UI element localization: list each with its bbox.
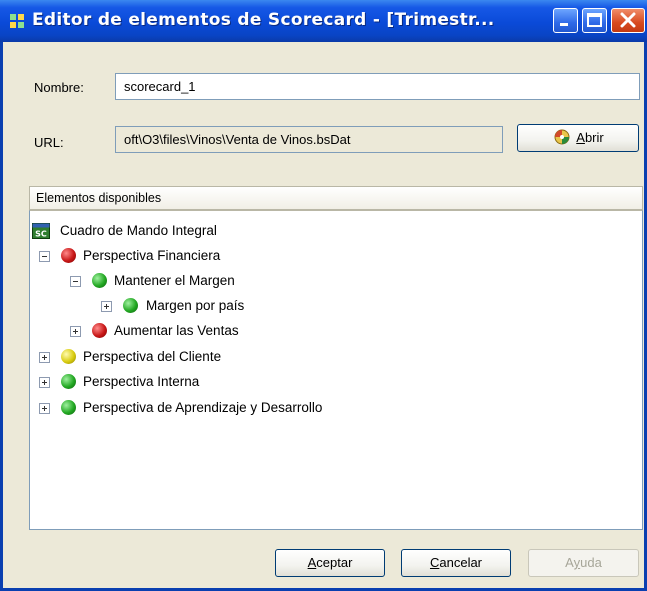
tree-item-aumentar-las-ventas[interactable]: Aumentar las Ventas — [30, 322, 430, 342]
open-button-rest: brir — [584, 130, 604, 145]
tree-item-perspectiva-aprendizaje[interactable]: Perspectiva de Aprendizaje y Desarrollo — [30, 399, 530, 419]
tree-item-mantener-el-margen[interactable]: Mantener el Margen — [30, 272, 430, 292]
open-button[interactable]: Abrir — [517, 124, 639, 152]
open-globe-icon — [554, 129, 570, 145]
cancel-button[interactable]: Cancelar — [401, 549, 511, 577]
scorecard-icon-text: SC — [35, 230, 47, 239]
expand-icon[interactable] — [39, 377, 50, 388]
status-green-icon — [61, 374, 76, 389]
tree-item-margen-por-pais[interactable]: Margen por país — [30, 297, 430, 317]
name-label: Nombre: — [34, 80, 84, 95]
tree-item-label: Mantener el Margen — [114, 273, 235, 288]
scorecard-editor-window: Editor de elementos de Scorecard - [Trim… — [0, 0, 647, 591]
status-green-icon — [123, 298, 138, 313]
tree-item-perspectiva-del-cliente[interactable]: Perspectiva del Cliente — [30, 348, 430, 368]
minimize-icon — [560, 23, 568, 26]
status-green-icon — [92, 273, 107, 288]
status-red-icon — [61, 248, 76, 263]
maximize-button[interactable] — [582, 8, 607, 33]
tree-item-label: Perspectiva Financiera — [83, 248, 221, 263]
minimize-button[interactable] — [553, 8, 578, 33]
expand-icon[interactable] — [39, 403, 50, 414]
tree-item-label: Perspectiva del Cliente — [83, 349, 222, 364]
collapse-icon[interactable] — [70, 276, 81, 287]
status-red-icon — [92, 323, 107, 338]
tree-item-label: Perspectiva Interna — [83, 374, 200, 389]
help-button[interactable]: Ayuda — [528, 549, 639, 577]
tree-item-label: Perspectiva de Aprendizaje y Desarrollo — [83, 400, 323, 415]
window-title: Editor de elementos de Scorecard - [Trim… — [32, 10, 495, 30]
status-green-icon — [61, 400, 76, 415]
open-button-mnemonic: A — [576, 130, 585, 145]
tree-item-label: Margen por país — [146, 298, 245, 313]
accept-rest: ceptar — [316, 555, 353, 570]
accept-button[interactable]: Aceptar — [275, 549, 385, 577]
maximize-icon — [587, 13, 602, 27]
tree-item-label: Aumentar las Ventas — [114, 323, 239, 338]
tree-root-label: Cuadro de Mando Integral — [60, 223, 217, 238]
url-field[interactable]: oft\O3\files\Vinos\Venta de Vinos.bsDat — [115, 126, 503, 153]
expand-icon[interactable] — [39, 352, 50, 363]
elements-tree[interactable]: SC Cuadro de Mando Integral Perspectiva … — [29, 210, 643, 530]
accept-mnemonic: A — [307, 555, 317, 570]
app-icon — [10, 14, 24, 28]
status-yellow-icon — [61, 349, 76, 364]
name-input[interactable]: scorecard_1 — [115, 73, 640, 100]
expand-icon[interactable] — [101, 301, 112, 312]
title-bar[interactable]: Editor de elementos de Scorecard - [Trim… — [0, 0, 647, 42]
tree-item-perspectiva-financiera[interactable]: Perspectiva Financiera — [30, 247, 430, 267]
help-prefix: A — [565, 555, 574, 570]
available-elements-header: Elementos disponibles — [29, 186, 643, 210]
help-rest: uda — [580, 555, 602, 570]
collapse-icon[interactable] — [39, 251, 50, 262]
cancel-mnemonic: C — [429, 555, 440, 570]
close-button[interactable] — [611, 8, 645, 33]
scorecard-icon: SC — [32, 223, 50, 239]
url-label: URL: — [34, 135, 64, 150]
tree-item-perspectiva-interna[interactable]: Perspectiva Interna — [30, 373, 430, 393]
close-icon — [620, 12, 636, 28]
expand-icon[interactable] — [70, 326, 81, 337]
cancel-rest: ancelar — [439, 555, 483, 570]
